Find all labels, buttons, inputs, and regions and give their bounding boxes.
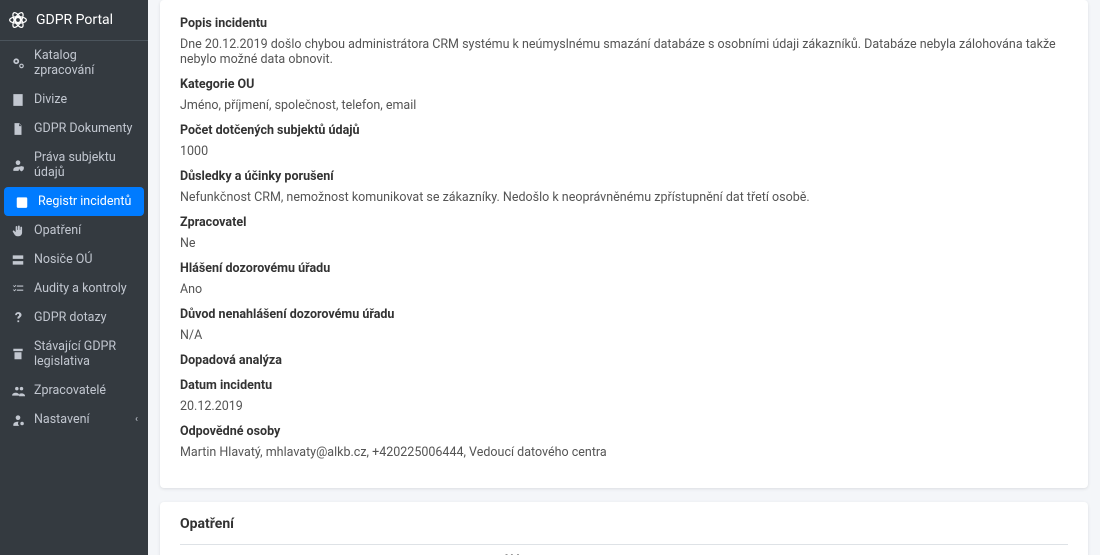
main-content: Popis incidentu Dne 20.12.2019 došlo chyb…	[148, 0, 1100, 555]
field-4: Zpracovatel Ne	[180, 215, 1068, 251]
logo-icon	[8, 10, 28, 30]
brand[interactable]: GDPR Portal	[0, 0, 148, 41]
field-9: Odpovědné osoby Martin Hlavatý, mhlavaty@…	[180, 424, 1068, 460]
building-icon	[10, 92, 25, 107]
measures-table: Název opatření Kategorie opatření Divize…	[180, 544, 1068, 555]
nav-item-11[interactable]: Nastavení ‹	[0, 405, 148, 434]
sidebar: GDPR Portal Katalog zpracování Divize GDPR…	[0, 0, 148, 555]
col-done: Hotovo	[1016, 545, 1068, 555]
nav-item-label: Divize	[34, 92, 67, 107]
question-icon	[10, 310, 25, 325]
nav: Katalog zpracování Divize GDPR Dokumenty Pr…	[0, 41, 148, 555]
field-label: Kategorie OU	[180, 77, 1068, 92]
field-5: Hlášení dozorovému úřadu Ano	[180, 261, 1068, 297]
field-value: N/A	[180, 328, 1068, 343]
nav-item-0[interactable]: Katalog zpracování	[0, 41, 148, 85]
nav-item-label: Stávající GDPR legislativa	[34, 339, 138, 369]
col-priority: Priorita	[786, 545, 843, 555]
field-value: Dne 20.12.2019 došlo chybou administráto…	[180, 37, 1068, 67]
field-value: 1000	[180, 144, 1068, 159]
server-icon	[10, 252, 25, 267]
cogs-icon	[10, 56, 25, 71]
field-3: Důsledky a účinky porušení Nefunkčnost CR…	[180, 169, 1068, 205]
field-value: Nefunkčnost CRM, nemožnost komunikovat s…	[180, 190, 1068, 205]
user-cog-icon	[10, 412, 25, 427]
field-1: Kategorie OU Jméno, příjmení, společnost,…	[180, 77, 1068, 113]
nav-item-9[interactable]: Stávající GDPR legislativa	[0, 332, 148, 376]
field-label: Zpracovatel	[180, 215, 1068, 230]
brand-label: GDPR Portal	[36, 12, 113, 28]
hand-icon	[10, 223, 25, 238]
field-7: Dopadová analýza	[180, 353, 1068, 368]
field-label: Dopadová analýza	[180, 353, 1068, 368]
field-label: Důvod nenahlášení dozorovému úřadu	[180, 307, 1068, 322]
nav-item-1[interactable]: Divize	[0, 85, 148, 114]
nav-item-4[interactable]: Registr incidentů	[4, 187, 144, 216]
nav-item-label: Katalog zpracování	[34, 48, 138, 78]
col-created: Datum vytvoření úkolu	[915, 545, 1015, 555]
nav-item-3[interactable]: Práva subjektu údajů	[0, 143, 148, 187]
measures-title: Opatření	[180, 516, 1068, 532]
file-icon	[10, 121, 25, 136]
nav-item-label: Registr incidentů	[38, 194, 131, 209]
nav-item-10[interactable]: Zpracovatelé	[0, 376, 148, 405]
field-value: 20.12.2019	[180, 399, 1068, 414]
field-label: Popis incidentu	[180, 16, 1068, 31]
col-owner: Vlastník	[843, 545, 915, 555]
nav-item-2[interactable]: GDPR Dokumenty	[0, 114, 148, 143]
user-shield-icon	[10, 158, 25, 173]
nav-item-label: GDPR Dokumenty	[34, 121, 132, 136]
measures-card: Opatření Název opatření Kategorie opatře…	[160, 502, 1088, 555]
field-0: Popis incidentu Dne 20.12.2019 došlo chyb…	[180, 16, 1068, 67]
field-value: Ne	[180, 236, 1068, 251]
nav-item-label: Nastavení	[34, 412, 90, 427]
calendar-exclaim-icon	[14, 194, 29, 209]
nav-item-6[interactable]: Nosiče OÚ	[0, 245, 148, 274]
nav-item-label: Opatření	[34, 223, 81, 238]
nav-item-label: Zpracovatelé	[34, 383, 106, 398]
col-deadline: Termín splnění	[703, 545, 786, 555]
field-label: Počet dotčených subjektů údajů	[180, 123, 1068, 138]
col-division: Divize	[400, 545, 499, 555]
field-6: Důvod nenahlášení dozorovému úřadu N/A	[180, 307, 1068, 343]
col-name: Název opatření	[208, 545, 314, 555]
field-8: Datum incidentu 20.12.2019	[180, 378, 1068, 414]
field-label: Odpovědné osoby	[180, 424, 1068, 439]
field-value: Martin Hlavatý, mhlavaty@alkb.cz, +42022…	[180, 445, 1068, 460]
nav-item-8[interactable]: GDPR dotazy	[0, 303, 148, 332]
field-label: Datum incidentu	[180, 378, 1068, 393]
field-label: Důsledky a účinky porušení	[180, 169, 1068, 184]
field-label: Hlášení dozorovému úřadu	[180, 261, 1068, 276]
nav-item-label: Práva subjektu údajů	[34, 150, 138, 180]
field-value: Ano	[180, 282, 1068, 297]
law-icon	[10, 347, 25, 362]
group-icon	[10, 383, 25, 398]
nav-item-7[interactable]: Audity a kontroly	[0, 274, 148, 303]
list-check-icon	[10, 281, 25, 296]
chevron-left-icon: ‹	[135, 414, 138, 425]
field-value: Jméno, příjmení, společnost, telefon, em…	[180, 98, 1068, 113]
nav-item-5[interactable]: Opatření	[0, 216, 148, 245]
col-incident: Název incidentu/kontroly/kategorie nosič…	[499, 545, 703, 555]
nav-item-label: GDPR dotazy	[34, 310, 107, 325]
incident-detail-card: Popis incidentu Dne 20.12.2019 došlo chyb…	[160, 0, 1088, 488]
nav-item-label: Nosiče OÚ	[34, 252, 93, 267]
col-category: Kategorie opatření	[314, 545, 401, 555]
nav-item-label: Audity a kontroly	[34, 281, 127, 296]
field-2: Počet dotčených subjektů údajů 1000	[180, 123, 1068, 159]
